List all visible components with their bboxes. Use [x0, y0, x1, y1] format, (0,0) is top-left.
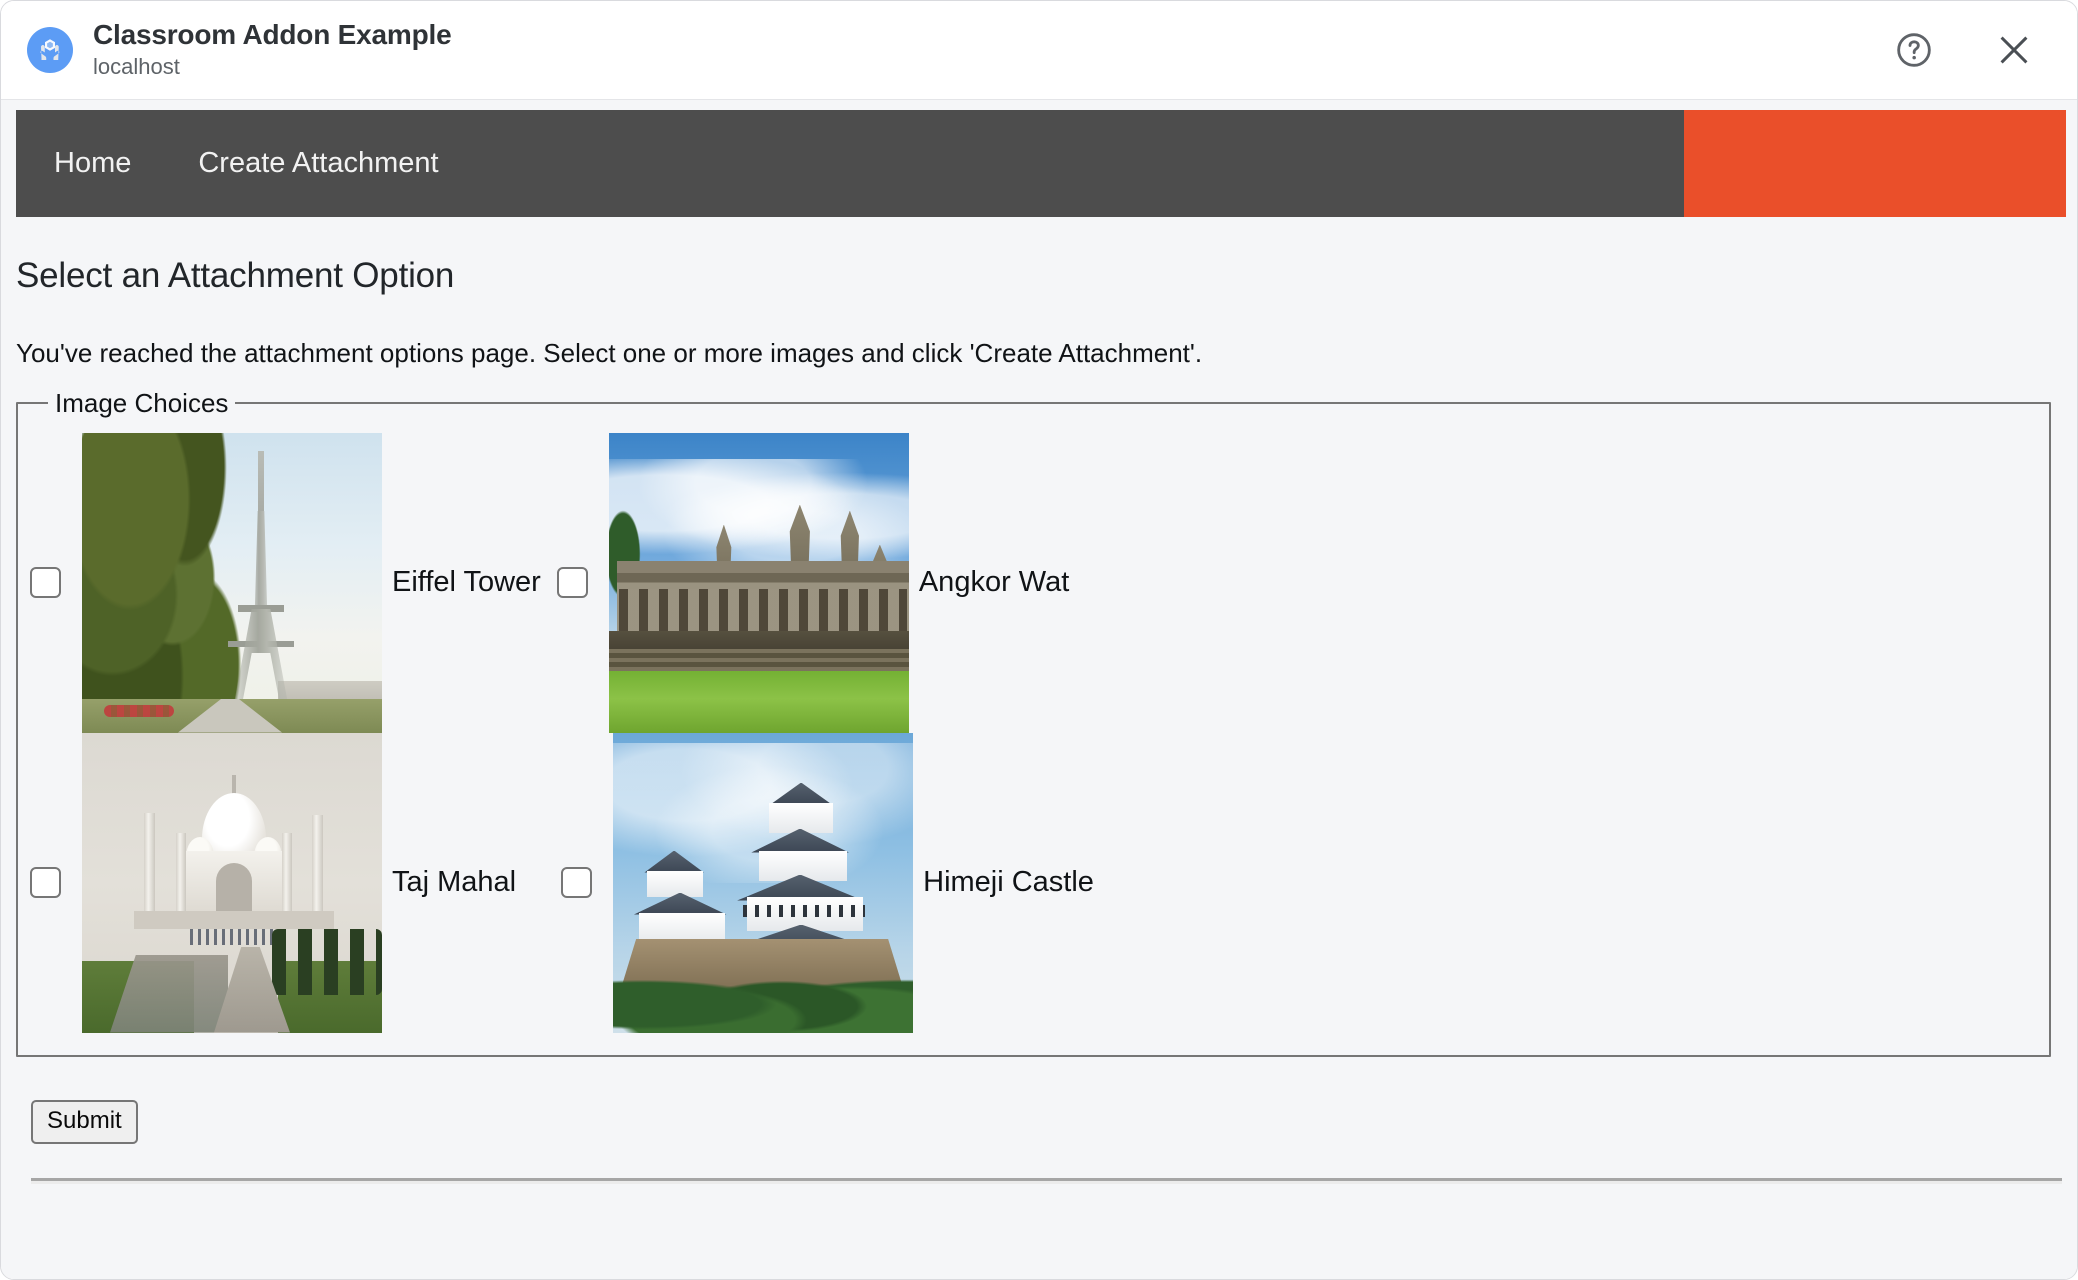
image-choice-row: Taj Mahal Himeji Castle	[30, 732, 2037, 1033]
addon-hands-hexagon-icon	[27, 27, 73, 73]
taj-iwan-arch	[216, 862, 252, 913]
himeji-subtower-wall-lower	[639, 912, 726, 943]
himeji-pine-trees	[613, 952, 914, 1033]
nav-link-create-attachment[interactable]: Create Attachment	[198, 149, 438, 178]
page-title: Select an Attachment Option	[16, 256, 455, 295]
checkbox-himeji-castle[interactable]	[561, 867, 593, 898]
label-taj-mahal: Taj Mahal	[392, 866, 517, 898]
thumbnail-angkor-wat[interactable]	[608, 432, 909, 733]
checkbox-eiffel-tower[interactable]	[30, 567, 61, 598]
image-choice-eiffel-tower: Eiffel Tower	[30, 432, 557, 733]
image-choice-angkor-wat: Angkor Wat	[556, 432, 1070, 733]
navbar: Home Create Attachment	[16, 110, 2066, 217]
label-angkor-wat: Angkor Wat	[918, 566, 1070, 598]
taj-minaret-3	[282, 832, 292, 917]
title-text-group: Classroom Addon Example localhost	[93, 18, 1885, 82]
page-instructions: You've reached the attachment options pa…	[16, 338, 1203, 368]
eiffel-flowerbed-layer	[104, 704, 174, 717]
addon-dialog: Classroom Addon Example localhost Home C…	[0, 0, 2078, 1280]
label-himeji-castle: Himeji Castle	[923, 866, 1094, 898]
dialog-titlebar: Classroom Addon Example localhost	[1, 1, 2077, 100]
checkbox-angkor-wat[interactable]	[556, 567, 588, 598]
eiffel-tower-spire	[258, 450, 264, 511]
taj-visitors-layer	[190, 928, 282, 945]
addon-page: Home Create Attachment Select an Attachm…	[1, 100, 2077, 1279]
image-choices-fieldset: Image Choices Eiffel Tower Angkor Wat Ta…	[16, 387, 2051, 1057]
himeji-keep-wall-1	[769, 802, 834, 833]
thumbnail-eiffel-tower[interactable]	[82, 432, 382, 733]
taj-minaret-2	[176, 832, 186, 917]
close-icon[interactable]	[1985, 21, 2043, 79]
eiffel-tower-middle	[254, 510, 268, 609]
angkor-lawn-layer	[608, 670, 909, 733]
angkor-columns-layer	[618, 588, 907, 633]
label-eiffel-tower: Eiffel Tower	[392, 566, 541, 598]
content-divider	[31, 1177, 2062, 1184]
thumbnail-taj-mahal[interactable]	[82, 732, 382, 1033]
navbar-accent-block	[1684, 110, 2066, 217]
image-choice-taj-mahal: Taj Mahal	[30, 732, 561, 1033]
taj-minaret-1	[144, 812, 155, 917]
image-choice-himeji-castle: Himeji Castle	[561, 732, 1094, 1033]
page-content: Select an Attachment Option You've reach…	[1, 255, 2077, 1184]
app-host: localhost	[93, 54, 180, 80]
himeji-subtower-wall-upper	[647, 870, 704, 897]
image-choices-legend: Image Choices	[55, 387, 229, 418]
taj-plinth	[134, 910, 334, 929]
submit-button[interactable]: Submit	[31, 1099, 138, 1144]
taj-minaret-4	[312, 814, 323, 917]
nav-link-home[interactable]: Home	[54, 149, 131, 178]
eiffel-trees-layer	[82, 432, 250, 717]
help-circle-icon[interactable]	[1885, 21, 1943, 79]
angkor-clouds-layer	[608, 458, 909, 569]
himeji-subtower-roof-lower	[633, 892, 727, 915]
himeji-windows-layer	[743, 904, 866, 917]
thumbnail-himeji-castle[interactable]	[613, 732, 914, 1033]
app-title: Classroom Addon Example	[93, 19, 452, 51]
taj-cypress-row	[272, 928, 382, 995]
image-choice-row: Eiffel Tower Angkor Wat	[30, 432, 2037, 733]
checkbox-taj-mahal[interactable]	[30, 867, 61, 898]
